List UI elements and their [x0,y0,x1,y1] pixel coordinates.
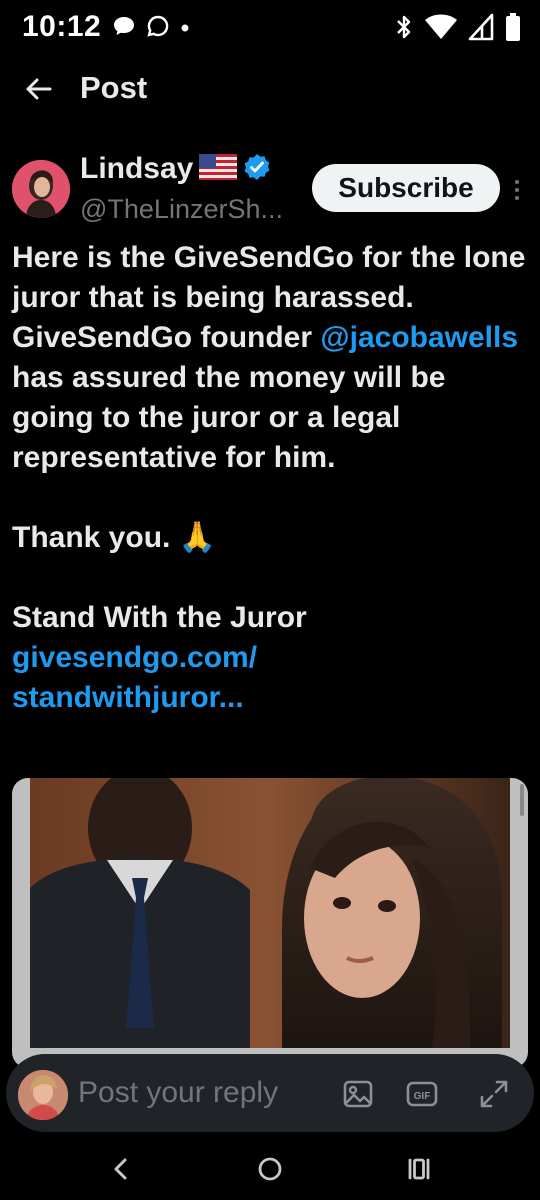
message-outline-icon [146,14,170,43]
status-right-icons [394,12,522,47]
post-header: Post [0,60,540,118]
author-handle[interactable]: @TheLinzerSh... [80,194,283,225]
reply-bar: GIF [6,1054,534,1132]
author-row: Lindsay @TheLinzerSh... Subscribe [0,152,540,224]
tweet-thanks: Thank you. 🙏 [12,521,217,554]
verified-badge-icon[interactable] [243,153,271,186]
gif-icon[interactable]: GIF [406,1078,438,1110]
battery-icon [504,12,522,47]
fundraiser-link-line1[interactable]: givesendgo.com/ [12,638,527,678]
tweet-media-image[interactable] [12,778,528,1068]
us-flag-icon [199,153,238,185]
more-vertical-icon[interactable] [510,178,524,202]
wifi-icon [424,13,458,46]
subscribe-button[interactable]: Subscribe [312,164,500,212]
status-bar: 10:12 [0,0,540,52]
image-icon[interactable] [342,1078,374,1110]
back-button[interactable] [22,72,56,106]
chat-bubble-icon [112,15,136,42]
nav-recents-icon[interactable] [402,1152,436,1186]
reply-input[interactable] [78,1072,318,1114]
author-name-line: Lindsay [80,152,271,186]
tweet-text: Here is the GiveSendGo for the lone juro… [12,238,527,718]
mention-link[interactable]: @jacobawells [320,321,518,354]
tweet-stand-line: Stand With the Juror [12,601,307,634]
gif-label: GIF [414,1091,431,1102]
nav-back-icon[interactable] [104,1152,138,1186]
tweet-text-part2: has assured the money will be going to t… [12,361,446,474]
dot-icon [180,20,190,38]
expand-icon[interactable] [478,1078,510,1110]
status-time: 10:12 [22,10,102,43]
page-title: Post [80,70,148,105]
system-nav-bar [0,1136,540,1200]
signal-icon [468,13,494,46]
bluetooth-icon [394,13,414,46]
author-name[interactable]: Lindsay [80,152,193,186]
status-left-icons [112,14,190,43]
fundraiser-link-line2[interactable]: standwithjuror... [12,678,527,718]
nav-home-icon[interactable] [253,1152,287,1186]
arrow-left-icon [26,78,52,100]
post-screen: 10:12 Post Lindsay @TheLinzerSh... Subsc… [0,0,540,1200]
tweet-paragraph-main: Here is the GiveSendGo for the lone juro… [12,238,527,478]
author-avatar[interactable] [12,160,70,218]
user-avatar[interactable] [18,1070,68,1120]
